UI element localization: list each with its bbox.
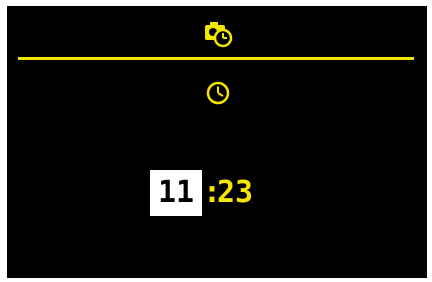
minutes-field[interactable]: 23 (217, 170, 253, 216)
header-divider (18, 57, 414, 60)
time-separator: : (203, 175, 222, 210)
hours-field[interactable]: 11 (150, 170, 202, 216)
device-screen: 11 : 23 (7, 6, 427, 278)
camera-clock-icon (203, 18, 233, 48)
clock-icon (205, 80, 231, 106)
time-setting: 11 : 23 (150, 170, 253, 216)
